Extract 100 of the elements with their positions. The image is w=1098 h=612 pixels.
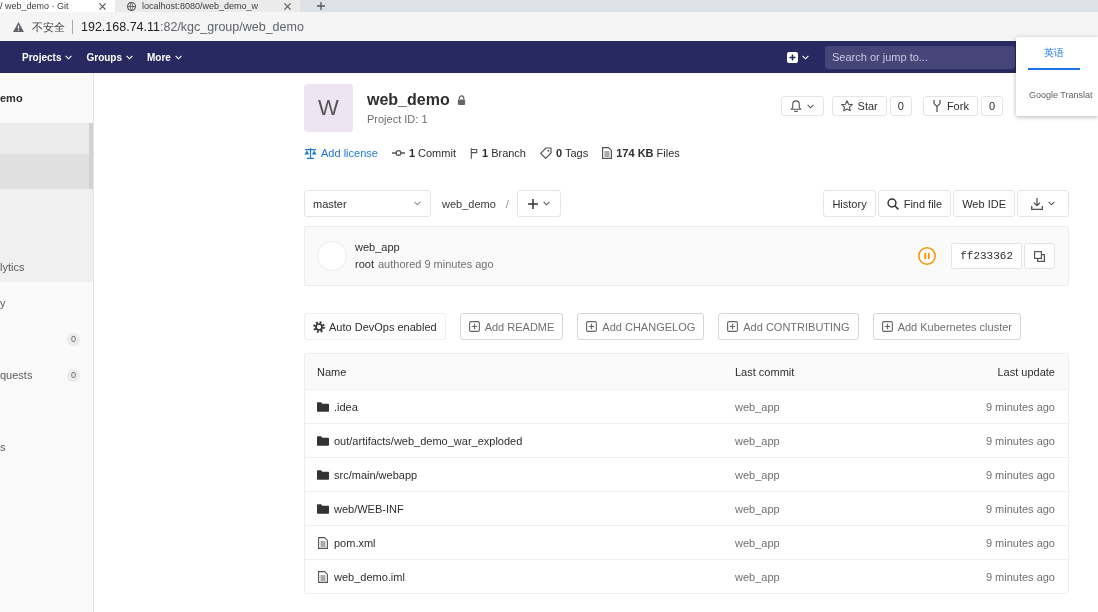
caret-icon xyxy=(414,201,421,206)
commit-message-link[interactable]: web_app xyxy=(735,570,780,583)
commit-message-link[interactable]: web_app xyxy=(735,502,780,515)
file-link[interactable]: pom.xml xyxy=(317,536,376,549)
toolbar-button[interactable]: Web IDE xyxy=(953,190,1015,217)
folder-link[interactable]: src/main/webapp xyxy=(317,468,418,481)
nav-menu[interactable]: More xyxy=(147,47,182,67)
commit-title[interactable]: web_app xyxy=(355,241,400,254)
toolbar-button[interactable]: History xyxy=(823,190,876,217)
caret-icon xyxy=(126,54,134,60)
search-field[interactable]: Search or jump to... xyxy=(825,45,1015,69)
sidebar-item[interactable]: s xyxy=(0,429,93,465)
caret-icon xyxy=(802,54,809,60)
caret-icon xyxy=(807,103,815,109)
update-time: 9 minutes ago xyxy=(985,502,1055,515)
plus-icon xyxy=(527,198,538,209)
flag-icon xyxy=(469,147,478,159)
language-tab[interactable]: 英语 xyxy=(1028,37,1080,70)
count-badge: 0 xyxy=(67,332,80,346)
files-size-link[interactable]: 174 KB Files xyxy=(602,147,680,159)
translate-brand: Google Translat xyxy=(1029,90,1094,101)
commits-link[interactable]: 1 Commit xyxy=(391,147,456,159)
commit-message-link[interactable]: web_app xyxy=(735,434,780,447)
breadcrumb-separator: / xyxy=(505,197,509,210)
add-dropdown[interactable] xyxy=(516,190,561,217)
folder-icon xyxy=(317,469,329,480)
commit-author[interactable]: root xyxy=(355,258,374,271)
add-license-link[interactable]: Add license xyxy=(304,147,378,159)
project-id: Project ID: 1 xyxy=(367,112,429,126)
browser-tab[interactable]: localhost:8080/web_demo_w xyxy=(115,0,300,12)
branch-dropdown[interactable]: master xyxy=(304,190,431,217)
notification-button[interactable] xyxy=(780,96,824,116)
column-header: Last commit xyxy=(734,364,796,380)
star-count[interactable]: 0 xyxy=(889,96,912,116)
plus-square-icon xyxy=(787,51,798,63)
add-file-button[interactable]: Add CONTRIBUTING xyxy=(718,313,859,340)
file-link[interactable]: web_demo.iml xyxy=(317,570,405,583)
commit-icon xyxy=(391,149,405,157)
commit-message-link[interactable]: web_app xyxy=(735,468,780,481)
add-file-button[interactable]: Add CHANGELOG xyxy=(577,313,705,340)
tags-link[interactable]: 0 Tags xyxy=(540,147,589,159)
document-icon xyxy=(602,147,613,159)
count-badge: 0 xyxy=(67,368,80,382)
sidebar-item[interactable]: 0 xyxy=(0,321,93,357)
plus-square-icon xyxy=(586,321,598,332)
sidebar-item[interactable]: quests 0 xyxy=(0,357,93,393)
address-bar[interactable]: 不安全 192.168.74.11:82/kgc_group/web_demo xyxy=(0,12,1098,41)
fork-button[interactable]: Fork xyxy=(922,96,978,116)
plus-square-icon xyxy=(881,321,893,332)
folder-link[interactable]: .idea xyxy=(317,400,358,413)
bell-icon xyxy=(790,100,803,112)
download-button[interactable] xyxy=(1017,190,1069,217)
sidebar-item[interactable]: lytics xyxy=(0,251,93,282)
caret-icon xyxy=(542,201,550,206)
commit-time: authored 9 minutes ago xyxy=(377,258,494,271)
security-label: 不安全 xyxy=(32,19,73,34)
copy-button[interactable] xyxy=(1024,243,1055,269)
star-button[interactable]: Star xyxy=(831,96,887,116)
column-header: Name xyxy=(316,364,348,380)
nav-menu[interactable]: Groups xyxy=(86,47,134,67)
search-icon xyxy=(886,197,899,210)
file-icon xyxy=(318,536,328,549)
fork-icon xyxy=(931,100,942,112)
branches-link[interactable]: 1 Branch xyxy=(469,147,526,159)
column-header: Last update xyxy=(996,364,1056,380)
close-icon[interactable] xyxy=(99,2,106,10)
auto-devops-link[interactable]: Auto DevOps enabled xyxy=(304,313,446,340)
add-file-button[interactable]: Add Kubernetes cluster xyxy=(872,313,1021,340)
browser-tab[interactable]: / web_demo · Git xyxy=(0,0,115,12)
download-icon xyxy=(1031,197,1043,210)
add-file-button[interactable]: Add README xyxy=(459,313,564,340)
update-time: 9 minutes ago xyxy=(985,468,1055,481)
commit-message-link[interactable]: web_app xyxy=(735,536,780,549)
plus-icon[interactable] xyxy=(317,2,325,10)
scale-icon xyxy=(304,147,317,159)
update-time: 9 minutes ago xyxy=(985,570,1055,583)
tag-icon xyxy=(540,147,552,159)
update-time: 9 minutes ago xyxy=(985,434,1055,447)
breadcrumb-link[interactable]: web_demo xyxy=(442,197,496,210)
close-icon[interactable] xyxy=(284,2,291,10)
url-text: 192.168.74.11:82/kgc_group/web_demo xyxy=(81,19,304,34)
sidebar-item[interactable]: y xyxy=(0,285,93,321)
gear-icon xyxy=(313,320,325,333)
caret-icon xyxy=(174,54,182,60)
commit-message-link[interactable]: web_app xyxy=(735,400,780,413)
nav-menu[interactable]: Projects xyxy=(22,47,73,67)
file-icon xyxy=(318,570,328,583)
fork-count[interactable]: 0 xyxy=(980,96,1003,116)
folder-link[interactable]: out/artifacts/web_demo_war_exploded xyxy=(317,434,523,447)
project-title: web_demo xyxy=(367,91,450,109)
copy-icon xyxy=(1034,250,1045,262)
folder-link[interactable]: web/WEB-INF xyxy=(317,502,404,515)
caret-icon xyxy=(1048,201,1055,206)
find-file-button[interactable]: Find file xyxy=(877,190,952,217)
lock-icon xyxy=(456,95,466,105)
folder-icon xyxy=(317,503,329,514)
project-name[interactable]: emo xyxy=(0,92,23,104)
star-icon xyxy=(840,100,853,112)
update-time: 9 minutes ago xyxy=(985,400,1055,413)
plus-square-icon xyxy=(468,321,480,332)
